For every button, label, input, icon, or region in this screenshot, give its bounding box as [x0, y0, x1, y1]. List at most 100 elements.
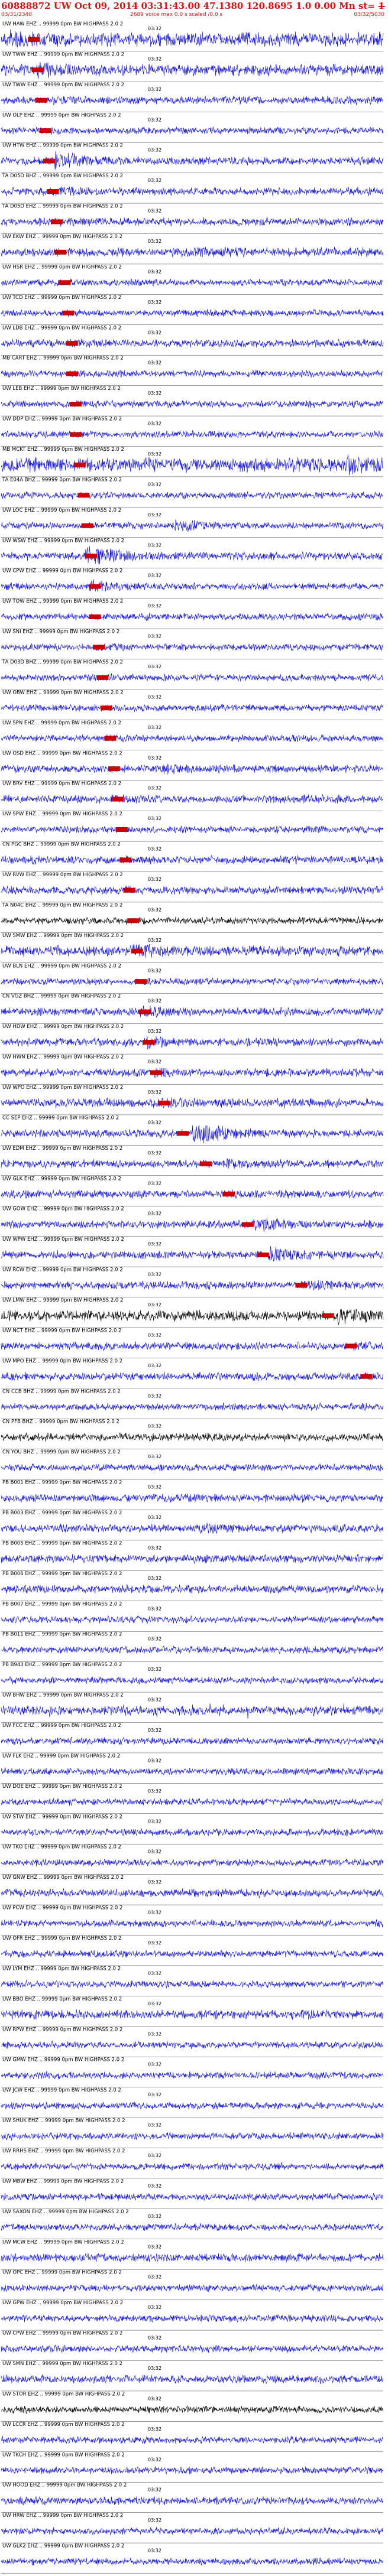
waveform-line: [1, 1218, 384, 1232]
waveform-line: [1, 2253, 384, 2263]
time-tick-label: 03:32: [148, 451, 161, 457]
phase-pick-marker: [89, 614, 101, 619]
channel-label: UW HTW EHZ .. 99999 0pm BW HIGHPASS 2.0 …: [2, 143, 123, 149]
phase-pick-marker: [150, 1070, 162, 1075]
channel-trace: UW WPW EHZ .. 99999 0pm BW HIGHPASS 2.0 …: [1, 1237, 384, 1267]
time-tick-label: 03:32: [148, 2153, 161, 2158]
waveform-line: [1, 2040, 384, 2050]
time-tick-label: 03:32: [148, 847, 161, 852]
channel-trace: PB B007 EHZ .. 99999 0pm BW HIGHPASS 2.0…: [1, 1601, 384, 1632]
phase-pick-marker: [100, 705, 112, 711]
time-tick-label: 03:32: [148, 2275, 161, 2280]
channel-label: UW HRW EHZ .. 99999 0pm BW HIGHPASS 2.0 …: [2, 2513, 123, 2519]
waveform-line: [1, 2101, 384, 2110]
time-tick-label: 03:32: [148, 2305, 161, 2310]
channel-label: UW OSD EHZ .. 99999 0pm BW HIGHPASS 2.0 …: [2, 750, 122, 756]
time-tick-label: 03:32: [148, 209, 161, 214]
waveform-line: [1, 2344, 384, 2353]
time-tick-label: 03:32: [148, 330, 161, 335]
channel-trace: UW LMW EHZ .. 99999 0pm BW HIGHPASS 2.0 …: [1, 1297, 384, 1328]
time-tick-label: 03:32: [148, 512, 161, 518]
waveform-line: [1, 1583, 384, 1594]
phase-pick-marker: [177, 1131, 189, 1136]
channel-label: UW GOW EHZ .. 99999 0pm BW HIGHPASS 2.0 …: [2, 1206, 124, 1212]
waveform-line: [1, 793, 384, 804]
waveform-line: [1, 1919, 384, 1928]
channel-trace: CN YOU BHZ .. 99999 0pm BW HIGHPASS 2.0 …: [1, 1449, 384, 1480]
channel-trace: PB B001 EHZ .. 99999 0pm BW HIGHPASS 2.0…: [1, 1480, 384, 1510]
channel-label: CN VGZ BHZ .. 99999 0pm BW HIGHPASS 2.0 …: [2, 994, 121, 1000]
record-header: 60888872 UW Oct 09, 2014 03:31:43.00 47.…: [0, 0, 388, 21]
channel-label: UW GPW EHZ .. 99999 0pm BW HIGHPASS 2.0 …: [2, 2300, 123, 2306]
channel-label: UW STW EHZ .. 99999 0pm BW HIGHPASS 2.0 …: [2, 1814, 122, 1820]
waveform-line: [1, 855, 384, 866]
channel-trace: UW LEB EHZ .. 99999 0pm BW HIGHPASS 2.0 …: [1, 386, 384, 417]
channel-label: UW NCT EHZ .. 99999 0pm BW HIGHPASS 2.0 …: [2, 1328, 121, 1333]
waveform-line: [1, 1280, 384, 1290]
waveform-line: [1, 1125, 384, 1144]
channel-label: UW GMW EHZ .. 99999 0pm BW HIGHPASS 2.0 …: [2, 2057, 124, 2063]
waveform-line: [1, 369, 384, 378]
channel-trace: UW HRW EHZ .. 99999 0pm BW HIGHPASS 2.0 …: [1, 2513, 384, 2544]
time-tick-label: 03:32: [148, 816, 161, 821]
time-tick-label: 03:32: [148, 573, 161, 578]
phase-pick-marker: [93, 645, 105, 650]
time-tick-label: 03:32: [148, 2092, 161, 2097]
channel-trace: UW MBW EHZ .. 99999 0pm BW HIGHPASS 2.0 …: [1, 2178, 384, 2209]
waveform-line: [1, 734, 384, 743]
channel-trace: UW LDB EHZ .. 99999 0pm BW HIGHPASS 2.0 …: [1, 325, 384, 356]
channel-label: UW HOOD EHZ .. 99999 0pm BW HIGHPASS 2.0…: [2, 2483, 127, 2489]
time-tick-label: 03:32: [148, 2062, 161, 2067]
waveform-line: [1, 1676, 384, 1684]
channel-trace: TA D05D EHZ .. 99999 0pm BW HIGHPASS 2.0…: [1, 204, 384, 234]
channel-trace: UW LCCR EHZ .. 99999 0pm BW HIGHPASS 2.0…: [1, 2422, 384, 2452]
channel-trace: UW BRV EHZ .. 99999 0pm BW HIGHPASS 2.0 …: [1, 781, 384, 811]
channel-label: CC SEP EHZ .. 99999 0pm BW HIGHPASS 2.0 …: [2, 1115, 119, 1121]
phase-pick-marker: [241, 1222, 254, 1227]
phase-pick-marker: [112, 796, 124, 802]
waveform-line: [1, 2131, 384, 2141]
channel-label: UW WPW EHZ .. 99999 0pm BW HIGHPASS 2.0 …: [2, 1237, 124, 1243]
channel-trace: CN CCB BHZ .. 99999 0pm BW HIGHPASS 2.0 …: [1, 1388, 384, 1419]
phase-pick-marker: [360, 1374, 373, 1379]
waveform-line: [1, 1341, 384, 1351]
channel-label: UW TCD EHZ .. 99999 0pm BW HIGHPASS 2.0 …: [2, 295, 121, 301]
phase-pick-marker: [108, 766, 120, 772]
channel-label: UW MBW EHZ .. 99999 0pm BW HIGHPASS 2.0 …: [2, 2178, 124, 2184]
waveform-line: [1, 1068, 384, 1078]
waveform-line: [1, 2374, 384, 2384]
waveform-line: [1, 2496, 383, 2506]
time-tick-label: 03:32: [148, 239, 161, 244]
channel-label: PB B005 EHZ .. 99999 0pm BW HIGHPASS 2.0…: [2, 1540, 122, 1546]
phase-pick-marker: [58, 280, 70, 285]
time-tick-label: 03:32: [148, 2031, 161, 2037]
channel-trace: PB B006 EHZ .. 99999 0pm BW HIGHPASS 2.0…: [1, 1571, 384, 1601]
channel-label: PB B007 EHZ .. 99999 0pm BW HIGHPASS 2.0…: [2, 1601, 122, 1607]
channel-trace: UW SMN EHZ .. 99999 0pm BW HIGHPASS 2.0 …: [1, 2361, 384, 2392]
phase-pick-marker: [131, 948, 143, 954]
scale-note: 2689 voice max 0.0 s scaled /0.0 s: [130, 12, 223, 18]
waveform-line: [1, 1158, 384, 1169]
channel-trace: CC SEP EHZ .. 99999 0pm BW HIGHPASS 2.0 …: [1, 1115, 384, 1146]
time-tick-label: 03:32: [148, 300, 161, 305]
channel-label: UW HDW EHZ .. 99999 0pm BW HIGHPASS 2.0 …: [2, 1024, 124, 1030]
time-tick-label: 03:32: [148, 391, 161, 396]
channel-label: UW GLK2 EHZ .. 99999 0pm BW HIGHPASS 2.0…: [2, 2544, 124, 2549]
waveform-line: [1, 1645, 384, 1654]
start-time: 03/31/2340: [1, 12, 32, 18]
channel-label: UW MCW EHZ .. 99999 0pm BW HIGHPASS 2.0 …: [2, 2239, 124, 2245]
phase-pick-marker: [47, 189, 59, 194]
channel-trace: UW HSR EHZ .. 99999 0pm BW HIGHPASS 2.0 …: [1, 264, 384, 295]
time-tick-label: 03:32: [148, 1606, 161, 1611]
time-tick-label: 03:32: [148, 2244, 161, 2249]
channel-label: UW OFR EHZ .. 99999 0pm BW HIGHPASS 2.0 …: [2, 1936, 121, 1941]
waveform-line: [1, 1036, 384, 1050]
channel-label: UW DOE EHZ .. 99999 0pm BW HIGHPASS 2.0 …: [2, 1784, 122, 1790]
channel-label: PB B003 EHZ .. 99999 0pm BW HIGHPASS 2.0…: [2, 1510, 122, 1516]
time-tick-label: 03:32: [148, 968, 161, 973]
channel-trace: UW OFR EHZ .. 99999 0pm BW HIGHPASS 2.0 …: [1, 1936, 384, 1966]
time-tick-label: 03:32: [148, 2396, 161, 2401]
channel-trace: UW GLK2 EHZ .. 99999 0pm BW HIGHPASS 2.0…: [1, 2544, 384, 2574]
time-tick-label: 03:32: [148, 2214, 161, 2219]
phase-pick-marker: [127, 918, 140, 923]
